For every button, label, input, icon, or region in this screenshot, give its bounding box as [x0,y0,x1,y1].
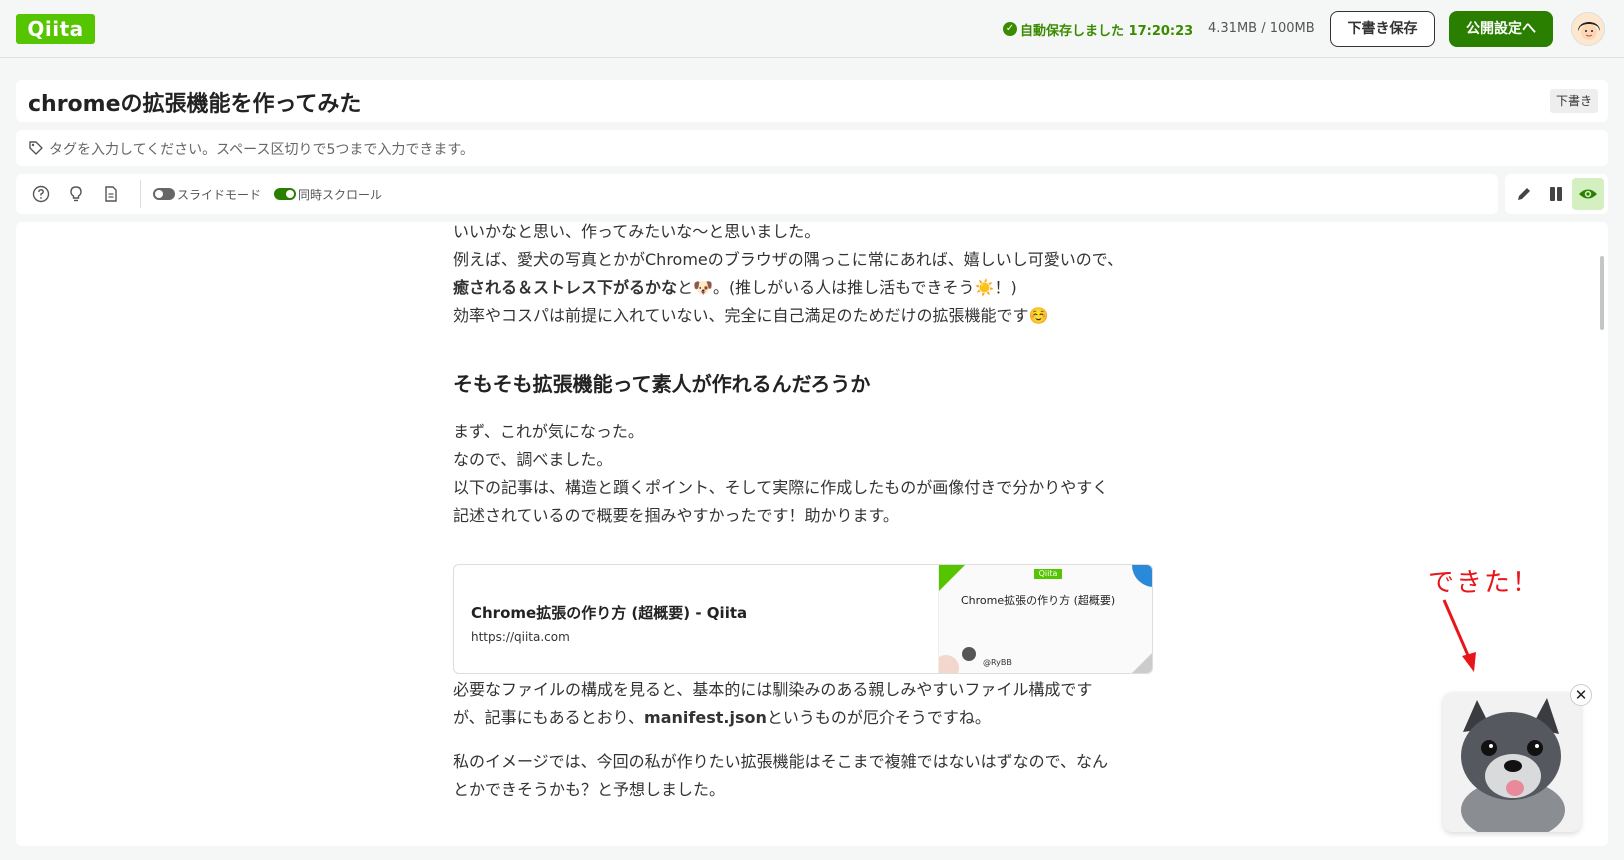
red-arrow-icon [1442,599,1476,672]
paragraph-line: 必要なファイルの構成を見ると、基本的には馴染みのある親しみやすいファイル構成です [453,680,1093,699]
paragraph-line: まず、これが気になった。 [453,422,644,441]
decor-shape [939,655,959,673]
paragraph-line: 私のイメージでは、今回の私が作りたい拡張機能はそこまで複雑ではないはずなので、な… [453,752,1109,771]
paragraph-line: 例えば、愛犬の写真とかがChromeのブラウザの隅っこに常にあれば、嬉しいし可愛… [453,250,1124,269]
paragraph-line: が、記事にもあるとおり、manifest.jsonというものが厄介そうですね。 [453,704,991,732]
paragraph-line: なので、調べました。 [453,450,613,469]
user-avatar[interactable] [1571,12,1605,46]
draft-status-badge: 下書き [1549,89,1598,113]
link-card[interactable]: Chrome拡張の作り方 (超概要) - Qiita https://qiita… [453,564,1153,674]
thumbnail-title: Chrome拡張の作り方 (超概要) [961,594,1116,607]
dog-photo-popup[interactable] [1443,692,1581,832]
section-heading: そもそも拡張機能って素人が作れるんだろうか [453,372,871,396]
paragraph-line: 効率やコスパは前提に入れていない、完全に自己満足のためだけの拡張機能です☺️ [453,306,1049,325]
slide-mode-toggle[interactable] [153,188,175,200]
check-circle-icon: ✓ [1003,22,1017,36]
author-avatar [962,647,976,661]
pencil-icon [1518,188,1530,200]
tag-placeholder: タグを入力してください。スペース区切りで5つまで入力できます。 [49,142,474,158]
storage-usage: 4.31MB / 100MB [1208,21,1315,36]
paragraph-line: 記述されているので概要を掴みやすかったです！助かります。 [453,506,899,525]
slide-mode-label: スライドモード [177,188,262,202]
paragraph-text: が、記事にもあるとおり、 [453,708,645,727]
lightbulb-icon[interactable] [67,185,85,203]
save-draft-button[interactable]: 下書き保存 [1330,11,1435,47]
title-input[interactable]: chromeの拡張機能を作ってみた 下書き [16,80,1608,122]
annotation-text: できた！ [1428,568,1541,598]
article-title[interactable]: chromeの拡張機能を作ってみた [28,86,361,118]
tag-input[interactable]: タグを入力してください。スペース区切りで5つまで入力できます。 [16,130,1608,166]
paragraph-line: いいかなと思い、作ってみたいな〜と思いました。 [453,222,821,241]
paragraph-text: というものが厄介そうですね。 [766,708,991,727]
thumbnail-logo: Qiita [1034,569,1062,579]
toolbar-divider [140,180,141,208]
tag-icon [29,141,43,155]
edit-mode-button[interactable] [1508,178,1540,210]
autosave-text: 自動保存しました 17:20:23 [1020,23,1194,39]
link-card-thumbnail: Qiita Chrome拡張の作り方 (超概要) @RyBB [938,565,1152,673]
link-card-url: https://qiita.com [471,630,570,644]
publish-settings-button[interactable]: 公開設定へ [1449,11,1553,47]
split-mode-button[interactable] [1540,178,1572,210]
paragraph-line: 癒される＆ストレス下がるかなと🐶。(推しがいる人は推し活もできそう☀️！) [453,274,1017,302]
eye-icon [1579,189,1597,199]
decor-shape [1130,651,1152,673]
paragraph-line: 以下の記事は、構造と躓くポイント、そして実際に作成したものが画像付きで分かりやす… [453,478,1109,497]
editor-toolbar: スライドモード 同時スクロール [16,174,1498,214]
help-icon[interactable] [32,185,50,203]
scrollbar-thumb[interactable] [1600,256,1604,330]
paragraph-text: と🐶。(推しがいる人は推し活もできそう☀️！) [677,278,1017,297]
document-icon[interactable] [102,185,120,203]
sync-scroll-label: 同時スクロール [298,188,383,202]
app-header: Qiita ✓ 自動保存しました 17:20:23 4.31MB / 100MB… [0,0,1624,58]
paragraph-line: とかできそうかも？と予想しました。 [453,780,726,799]
preview-pane[interactable]: いいかなと思い、作ってみたいな〜と思いました。 例えば、愛犬の写真とかがChro… [16,222,1608,846]
bold-text: 癒される＆ストレス下がるかな [453,278,678,297]
thumbnail-author: @RyBB [983,658,1012,667]
autosave-status: ✓ 自動保存しました 17:20:23 [1003,19,1193,39]
columns-icon [1550,187,1562,201]
dog-photo [1443,692,1581,832]
preview-mode-button[interactable] [1572,178,1604,210]
bold-text: manifest.json [644,708,767,727]
close-icon[interactable]: ✕ [1570,684,1592,706]
decor-shape [1132,565,1152,587]
qiita-logo[interactable]: Qiita [16,14,95,44]
view-mode-switcher [1505,174,1608,214]
sync-scroll-toggle[interactable] [274,188,296,200]
